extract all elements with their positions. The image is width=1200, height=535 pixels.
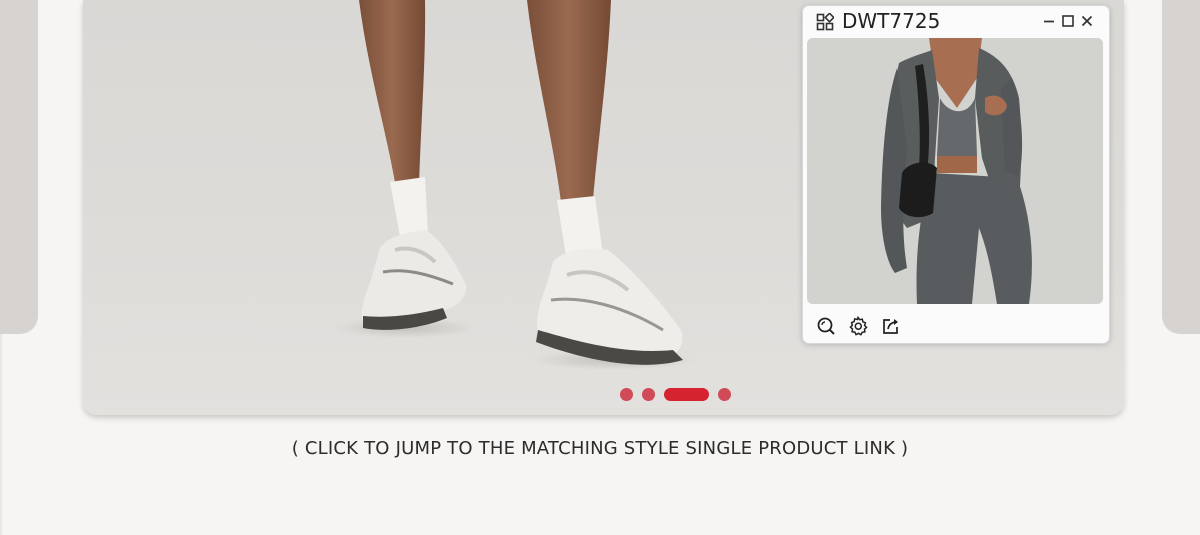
preview-product-image [807, 38, 1103, 304]
close-icon[interactable] [1079, 13, 1095, 29]
page: ( CLICK TO JUMP TO THE MATCHING STYLE SI… [0, 0, 1200, 535]
preview-product-photo [807, 38, 1103, 304]
next-slide-card[interactable] [1162, 0, 1200, 334]
preview-titlebar[interactable]: DWT7725 [803, 6, 1109, 37]
preview-toolbar [803, 309, 1109, 343]
previous-slide-card[interactable] [0, 0, 38, 334]
minimize-icon[interactable] [1041, 13, 1057, 29]
carousel-dot-4[interactable] [718, 388, 731, 401]
preview-title: DWT7725 [842, 9, 941, 33]
carousel-dot-3-active[interactable] [664, 388, 709, 401]
share-icon[interactable] [881, 316, 901, 336]
grid-icon[interactable] [816, 13, 834, 31]
carousel-dot-1[interactable] [620, 388, 633, 401]
maximize-icon[interactable] [1060, 13, 1076, 29]
gear-icon[interactable] [848, 316, 868, 336]
carousel-pagination [620, 388, 740, 401]
carousel-dot-2[interactable] [642, 388, 655, 401]
zoom-icon[interactable] [816, 316, 836, 336]
left-edge-divider [0, 334, 2, 535]
product-preview-window: DWT7725 [802, 5, 1110, 344]
product-link-caption[interactable]: ( CLICK TO JUMP TO THE MATCHING STYLE SI… [0, 438, 1200, 459]
